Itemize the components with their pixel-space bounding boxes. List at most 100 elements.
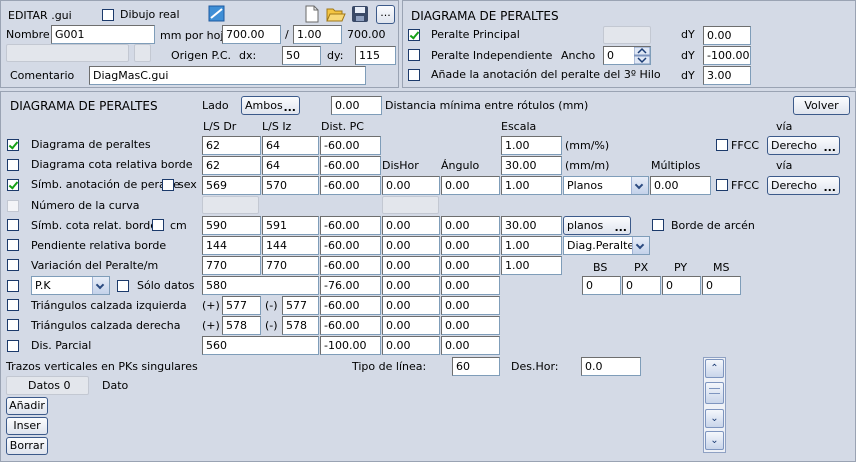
pk-checkbox[interactable]	[7, 280, 19, 292]
row2-dishor-field[interactable]: 0.00	[382, 176, 440, 195]
row9-dishor-field[interactable]: 0.00	[382, 316, 440, 335]
lado-button[interactable]: Ambos	[241, 96, 300, 116]
row2-dr-field[interactable]: 569	[202, 176, 261, 195]
inser-button[interactable]: Inser	[6, 417, 48, 435]
row9-pc-field[interactable]: -60.00	[320, 316, 381, 335]
des-hor-field[interactable]: 0.0	[581, 357, 641, 376]
row7-dr-field[interactable]: 580	[202, 276, 319, 295]
ancho-spin-icon[interactable]	[634, 47, 650, 64]
cota-relativa-checkbox[interactable]	[7, 159, 19, 171]
numero-curva-checkbox[interactable]	[7, 200, 19, 212]
comentario-field[interactable]: DiagMasC.gui	[89, 66, 366, 85]
row9-angulo-field[interactable]: 0.00	[441, 316, 500, 335]
row7-dishor-field[interactable]: 0.00	[382, 276, 440, 295]
anotacion-3hilo-checkbox[interactable]	[408, 69, 420, 81]
row4-escala-field[interactable]: 30.00	[501, 216, 562, 235]
row10-dishor-field[interactable]: 0.00	[382, 336, 440, 355]
row1-iz-field[interactable]: 64	[262, 156, 319, 175]
triangulos-izq-checkbox[interactable]	[7, 299, 19, 311]
row10-dr-field[interactable]: 560	[202, 336, 319, 355]
row5-angulo-field[interactable]: 0.00	[441, 236, 500, 255]
dy1-field[interactable]: 0.00	[703, 26, 751, 45]
row10-angulo-field[interactable]: 0.00	[441, 336, 500, 355]
simb-cota-checkbox[interactable]	[7, 219, 19, 231]
row7-angulo-field[interactable]: 0.00	[441, 276, 500, 295]
row2-angulo-field[interactable]: 0.00	[441, 176, 500, 195]
save-icon[interactable]	[351, 5, 369, 23]
ratio-field[interactable]: 1.00	[293, 25, 342, 44]
dibujo-real-checkbox[interactable]	[102, 9, 114, 21]
row2-iz-field[interactable]: 570	[262, 176, 319, 195]
volver-button[interactable]: Volver	[793, 96, 850, 115]
row4-iz-field[interactable]: 591	[262, 216, 319, 235]
row4-pc-field[interactable]: -60.00	[320, 216, 381, 235]
dy-field[interactable]: 115	[355, 46, 396, 65]
row8-dishor-field[interactable]: 0.00	[382, 296, 440, 315]
row2-via-button[interactable]: Derecho	[767, 176, 840, 196]
row1-escala-field[interactable]: 30.00	[501, 156, 562, 175]
vertical-scrollbar[interactable]: ⌃ ⌄ ⌄	[703, 357, 726, 453]
diagram-icon[interactable]	[207, 3, 227, 23]
row5-iz-field[interactable]: 144	[262, 236, 319, 255]
px-field[interactable]: 0	[622, 276, 661, 295]
pk-select[interactable]: P.K	[31, 276, 110, 295]
row1-pc-field[interactable]: -60.00	[320, 156, 381, 175]
row9-iz-field[interactable]: 578	[282, 316, 319, 335]
row0-dr-field[interactable]: 62	[202, 136, 261, 155]
distancia-field[interactable]: 0.00	[331, 96, 382, 115]
borrar-button[interactable]: Borrar	[6, 437, 48, 455]
row5-escala-field[interactable]: 1.00	[501, 236, 562, 255]
cm-checkbox[interactable]	[152, 219, 164, 231]
row8-dr-field[interactable]: 577	[222, 296, 261, 315]
row4-dr-field[interactable]: 590	[202, 216, 261, 235]
row5-pc-field[interactable]: -60.00	[320, 236, 381, 255]
tipo-linea-field[interactable]: 60	[452, 357, 500, 376]
diagrama-peraltes-checkbox[interactable]	[7, 139, 19, 151]
row10-pc-field[interactable]: -100.00	[320, 336, 381, 355]
row8-iz-field[interactable]: 577	[282, 296, 319, 315]
scroll-down-icon[interactable]: ⌄	[705, 431, 724, 450]
row0-iz-field[interactable]: 64	[262, 136, 319, 155]
dis-parcial-checkbox[interactable]	[7, 340, 19, 352]
sex-checkbox[interactable]	[162, 179, 174, 191]
scroll-thumb[interactable]	[705, 382, 724, 404]
bs-field[interactable]: 0	[582, 276, 621, 295]
dy3-field[interactable]: 3.00	[703, 66, 751, 85]
anadir-button[interactable]: Añadir	[6, 397, 48, 415]
row2-escala-field[interactable]: 1.00	[501, 176, 562, 195]
row0-via-button[interactable]: Derecho	[767, 136, 840, 156]
browse-button[interactable]: ...	[376, 5, 395, 24]
row5-diag-select[interactable]: Diag.Peraltes	[563, 236, 650, 255]
row9-dr-field[interactable]: 578	[222, 316, 261, 335]
row7-pc-field[interactable]: -76.00	[320, 276, 381, 295]
peralte-principal-checkbox[interactable]	[408, 29, 420, 41]
row0-ffcc-checkbox[interactable]	[716, 139, 728, 151]
row6-iz-field[interactable]: 770	[262, 256, 319, 275]
row4-angulo-field[interactable]: 0.00	[441, 216, 500, 235]
row6-dishor-field[interactable]: 0.00	[382, 256, 440, 275]
row6-dr-field[interactable]: 770	[202, 256, 261, 275]
row4-planos-button[interactable]: planos	[563, 216, 631, 236]
pendiente-relativa-checkbox[interactable]	[7, 239, 19, 251]
simb-anotacion-checkbox[interactable]	[7, 179, 19, 191]
row8-angulo-field[interactable]: 0.00	[441, 296, 500, 315]
row0-pc-field[interactable]: -60.00	[320, 136, 381, 155]
solo-datos-checkbox[interactable]	[117, 280, 129, 292]
variacion-peralte-checkbox[interactable]	[7, 259, 19, 271]
peralte-independiente-checkbox[interactable]	[408, 49, 420, 61]
dy2-field[interactable]: -100.00	[703, 46, 751, 65]
row5-dr-field[interactable]: 144	[202, 236, 261, 255]
row0-escala-field[interactable]: 1.00	[501, 136, 562, 155]
nombre-field[interactable]: G001	[51, 25, 155, 44]
row2-pc-field[interactable]: -60.00	[320, 176, 381, 195]
mm-por-hoja-field[interactable]: 700.00	[222, 25, 281, 44]
scroll-up-icon[interactable]: ⌃	[705, 359, 724, 378]
row2-multiplos-field[interactable]: 0.00	[650, 176, 711, 195]
row2-ffcc-checkbox[interactable]	[716, 179, 728, 191]
open-folder-icon[interactable]	[326, 5, 346, 23]
triangulos-der-checkbox[interactable]	[7, 319, 19, 331]
borde-arcen-checkbox[interactable]	[652, 219, 664, 231]
row4-dishor-field[interactable]: 0.00	[382, 216, 440, 235]
row1-dr-field[interactable]: 62	[202, 156, 261, 175]
row6-pc-field[interactable]: -60.00	[320, 256, 381, 275]
